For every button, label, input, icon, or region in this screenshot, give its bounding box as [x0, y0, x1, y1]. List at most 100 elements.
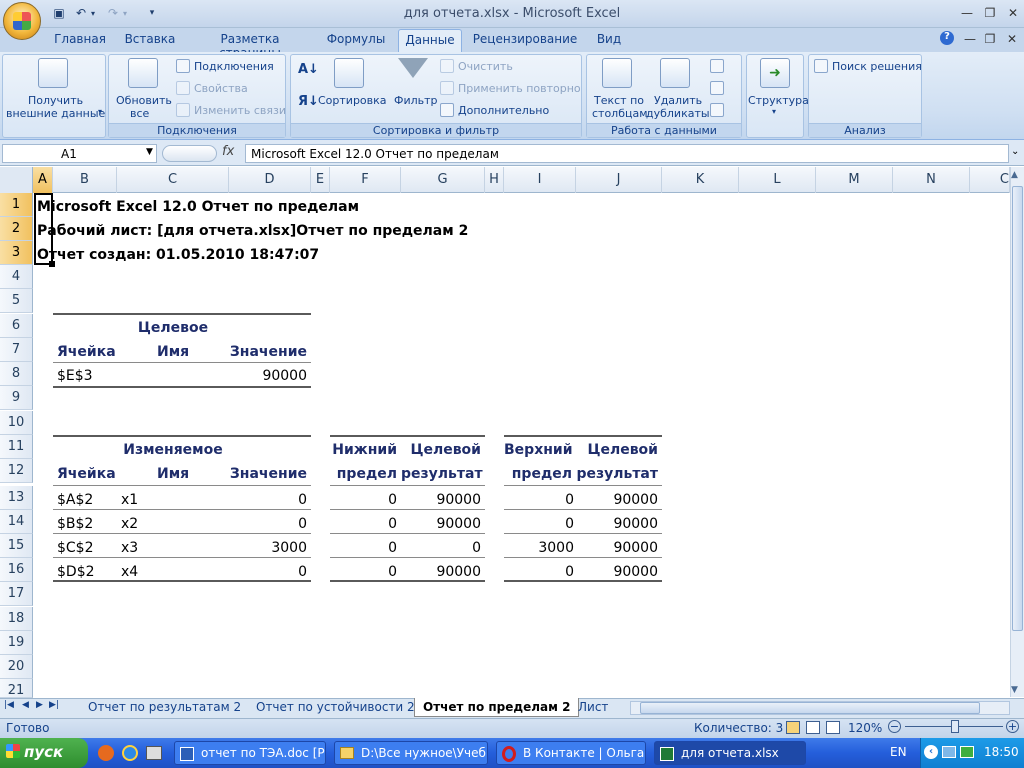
row-header-4[interactable]: 4	[0, 265, 33, 289]
target-header-value[interactable]: Значение	[229, 340, 307, 364]
office-button[interactable]	[3, 2, 41, 40]
col-header-n[interactable]: N	[893, 167, 970, 193]
connections-icon[interactable]	[176, 59, 190, 73]
prev-sheet-icon[interactable]: ◀	[22, 700, 29, 710]
changing-title[interactable]: Изменяемое	[53, 438, 293, 462]
taskbar-excel[interactable]: для отчета.xlsx	[654, 741, 806, 765]
minimize-button[interactable]: —	[955, 4, 979, 22]
ribbon-restore-button[interactable]: ❐	[978, 30, 1002, 48]
clear-button[interactable]: Очистить	[458, 60, 513, 73]
scroll-up-icon[interactable]: ▲	[1011, 170, 1018, 180]
col-header-g[interactable]: G	[401, 167, 485, 193]
solver-icon[interactable]	[814, 59, 828, 73]
show-desktop-icon[interactable]	[146, 746, 162, 760]
row-header-21[interactable]: 21	[0, 679, 33, 698]
insert-function-icon[interactable]: fx	[222, 144, 234, 159]
data-validation-icon[interactable]	[710, 59, 724, 73]
row-header-8[interactable]: 8	[0, 362, 33, 386]
outline-icon[interactable]: ➜	[760, 58, 790, 88]
sort-icon[interactable]	[334, 58, 364, 88]
formula-input[interactable]: Microsoft Excel 12.0 Отчет по пределам	[245, 144, 1009, 163]
sheet-tab-sheet[interactable]: Лист	[570, 698, 616, 717]
properties-icon[interactable]	[176, 81, 190, 95]
reapply-button[interactable]: Применить повторно	[458, 82, 581, 95]
col-header-o[interactable]: C	[970, 167, 1010, 193]
restore-button[interactable]: ❐	[978, 4, 1002, 22]
col-header-d[interactable]: D	[229, 167, 311, 193]
row-header-10[interactable]: 10	[0, 411, 33, 435]
row-header-13[interactable]: 13	[0, 486, 33, 510]
tab-formulas[interactable]: Формулы	[318, 32, 394, 50]
refresh-all-icon[interactable]	[128, 58, 158, 88]
changing-header-name[interactable]: Имя	[157, 462, 189, 486]
upper-result-header-2[interactable]: результат	[576, 462, 658, 486]
col-header-b[interactable]: B	[53, 167, 117, 193]
first-sheet-icon[interactable]: |◀	[4, 700, 14, 710]
row-header-14[interactable]: 14	[0, 510, 33, 534]
target-title[interactable]: Целевое	[53, 316, 293, 340]
col-header-e[interactable]: E	[311, 167, 330, 193]
firefox-icon[interactable]	[98, 745, 114, 761]
refresh-all-label-2[interactable]: все	[130, 107, 149, 120]
row-header-5[interactable]: 5	[0, 289, 33, 313]
language-indicator[interactable]: EN	[890, 745, 907, 759]
filter-icon[interactable]	[398, 58, 428, 78]
edit-links-button[interactable]: Изменить связи	[194, 104, 286, 117]
refresh-all-label-1[interactable]: Обновить	[116, 94, 172, 107]
row-header-7[interactable]: 7	[0, 338, 33, 362]
edit-links-icon[interactable]	[176, 103, 190, 117]
reapply-icon[interactable]	[440, 81, 454, 95]
report-title[interactable]: Microsoft Excel 12.0 Отчет по пределам	[37, 195, 359, 219]
tab-data[interactable]: Данные	[398, 29, 462, 53]
advanced-icon[interactable]	[440, 103, 454, 117]
target-value[interactable]: 90000	[229, 364, 307, 388]
text-to-columns-label-1[interactable]: Текст по	[594, 94, 644, 107]
sort-az-icon[interactable]: A↓	[298, 62, 319, 77]
zoom-level[interactable]: 120%	[848, 721, 882, 735]
row-header-3[interactable]: 3	[0, 241, 33, 265]
row-header-15[interactable]: 15	[0, 534, 33, 558]
lower-result-header-1[interactable]: Целевой	[401, 438, 481, 462]
sheet-tab-sensitivity[interactable]: Отчет по устойчивости 2	[248, 698, 423, 717]
normal-view-icon[interactable]	[786, 721, 800, 734]
sort-button[interactable]: Сортировка	[318, 94, 387, 107]
taskbar-explorer[interactable]: D:\Все нужное\Учеб...	[334, 741, 488, 765]
clear-icon[interactable]	[440, 59, 454, 73]
target-cell-ref[interactable]: $E$3	[57, 364, 93, 388]
tab-home[interactable]: Главная	[50, 32, 110, 50]
changing-header-value[interactable]: Значение	[229, 462, 307, 486]
row-header-11[interactable]: 11	[0, 435, 33, 459]
get-external-dropdown-icon[interactable]: ▾	[98, 107, 102, 116]
name-box[interactable]: A1	[2, 144, 157, 163]
row-header-1[interactable]: 1	[0, 193, 33, 217]
col-header-k[interactable]: K	[662, 167, 739, 193]
row-header-2[interactable]: 2	[0, 217, 33, 241]
connections-button[interactable]: Подключения	[194, 60, 274, 73]
page-layout-view-icon[interactable]	[806, 721, 820, 734]
lower-header-2[interactable]: предел	[330, 462, 397, 486]
remove-duplicates-label-1[interactable]: Удалить	[654, 94, 702, 107]
sort-za-icon[interactable]: Я↓	[298, 94, 319, 109]
worksheet-line[interactable]: Рабочий лист: [для отчета.xlsx]Отчет по …	[37, 219, 468, 243]
scroll-down-icon[interactable]: ▼	[1011, 685, 1018, 695]
upper-result-header-1[interactable]: Целевой	[576, 438, 658, 462]
network-icon[interactable]	[942, 746, 956, 758]
tab-review[interactable]: Рецензирование	[470, 32, 580, 50]
remove-duplicates-icon[interactable]	[660, 58, 690, 88]
col-header-f[interactable]: F	[330, 167, 401, 193]
consolidate-icon[interactable]	[710, 81, 724, 95]
upper-header-2[interactable]: предел	[504, 462, 572, 486]
page-break-view-icon[interactable]	[826, 721, 840, 734]
row-header-18[interactable]: 18	[0, 607, 33, 631]
last-sheet-icon[interactable]: ▶|	[49, 700, 59, 710]
col-header-a[interactable]: A	[33, 167, 53, 193]
target-header-cell[interactable]: Ячейка	[57, 340, 116, 364]
tray-app-icon[interactable]	[960, 746, 974, 758]
name-box-dropdown-icon[interactable]: ▼	[146, 147, 153, 157]
filter-button[interactable]: Фильтр	[394, 94, 438, 107]
col-header-m[interactable]: M	[816, 167, 893, 193]
properties-button[interactable]: Свойства	[194, 82, 248, 95]
col-header-j[interactable]: J	[576, 167, 662, 193]
row-header-16[interactable]: 16	[0, 558, 33, 582]
tab-view[interactable]: Вид	[588, 32, 630, 50]
